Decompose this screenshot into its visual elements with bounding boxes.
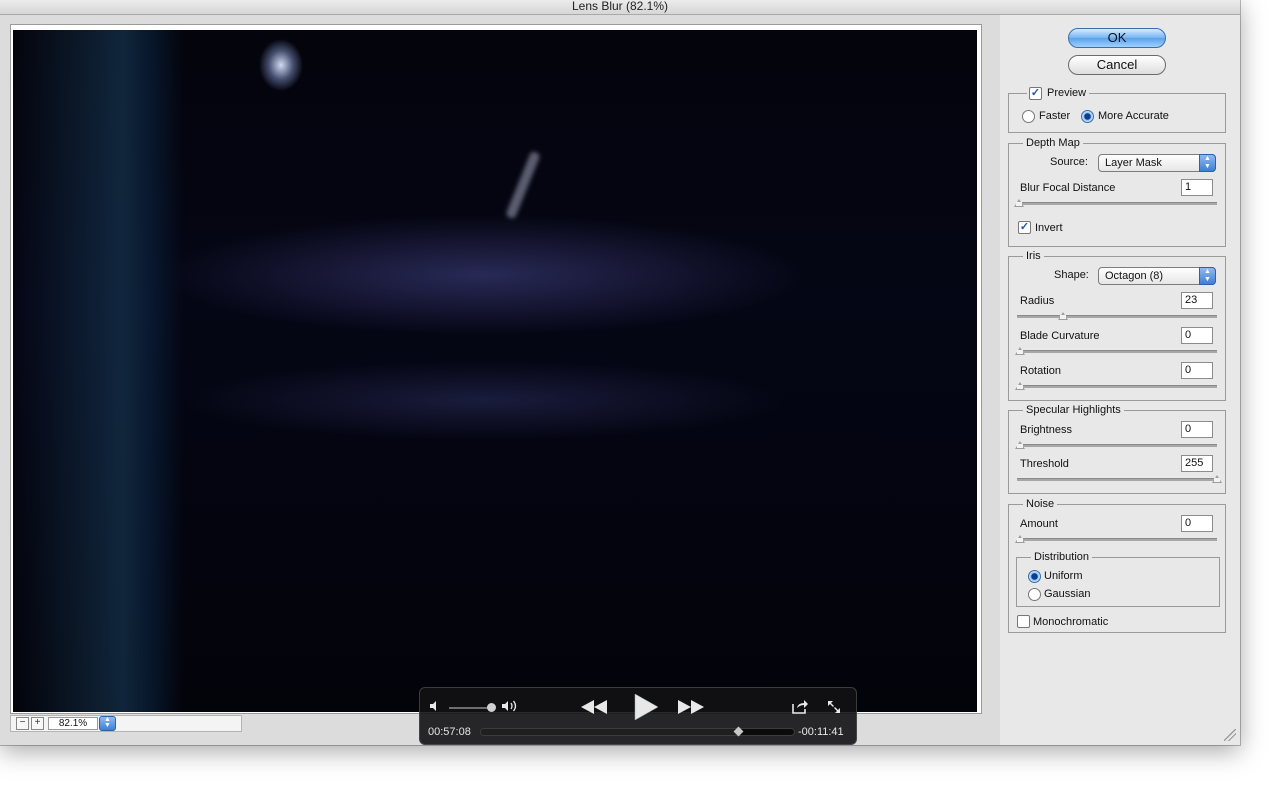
select-arrows-icon: ▲ ▼: [1199, 154, 1216, 172]
uniform-radio[interactable]: [1028, 570, 1041, 583]
noise-group: Noise Amount 0 Distribution Uniform Gaus…: [1008, 497, 1226, 633]
zoom-in-button[interactable]: +: [31, 717, 44, 730]
window-title: Lens Blur (82.1%): [0, 0, 1240, 15]
faster-radio[interactable]: [1022, 110, 1035, 123]
blade-curvature-thumb[interactable]: [1015, 347, 1025, 355]
preview-label: Preview: [1047, 87, 1087, 99]
iris-title: Iris: [1023, 249, 1044, 263]
preview-area: − + 82.1% ▲ ▼: [0, 15, 1000, 745]
source-select[interactable]: Layer Mask ▲ ▼: [1098, 154, 1216, 172]
shape-select-value: Octagon (8): [1105, 270, 1164, 282]
preview-checkbox[interactable]: ✓: [1029, 87, 1042, 100]
resize-grip-icon[interactable]: [1224, 729, 1236, 741]
elapsed-time: 00:57:08: [428, 726, 471, 738]
fast-forward-icon[interactable]: [677, 699, 705, 718]
cancel-button[interactable]: Cancel: [1068, 55, 1166, 75]
blur-focal-distance-slider[interactable]: [1017, 202, 1217, 205]
threshold-thumb[interactable]: [1212, 475, 1222, 483]
playback-scrubber[interactable]: [480, 726, 795, 737]
uniform-label: Uniform: [1044, 570, 1083, 582]
more-accurate-label: More Accurate: [1098, 110, 1169, 122]
speaker-high-icon[interactable]: [501, 699, 519, 716]
more-accurate-radio[interactable]: [1081, 110, 1094, 123]
rotation-thumb[interactable]: [1015, 382, 1025, 390]
noise-title: Noise: [1023, 497, 1058, 511]
gaussian-radio[interactable]: [1028, 588, 1041, 601]
rotation-label: Rotation: [1020, 365, 1061, 377]
settings-panel: OK Cancel Preview ✓ Faster More Accurate…: [1000, 15, 1240, 745]
rewind-icon[interactable]: [580, 699, 608, 718]
blade-curvature-field[interactable]: 0: [1181, 327, 1213, 344]
invert-label: Invert: [1035, 222, 1063, 234]
share-icon[interactable]: [791, 699, 808, 717]
threshold-slider[interactable]: [1017, 478, 1217, 481]
preview-statusbar: [10, 715, 242, 732]
rotation-slider[interactable]: [1017, 385, 1217, 388]
ok-button[interactable]: OK: [1068, 28, 1166, 48]
specular-highlights-group: Specular Highlights Brightness 0 Thresho…: [1008, 403, 1226, 494]
play-icon[interactable]: [633, 693, 659, 724]
gaussian-label: Gaussian: [1044, 588, 1091, 600]
shape-label: Shape:: [1054, 269, 1089, 281]
blur-focal-distance-thumb[interactable]: [1014, 199, 1024, 207]
remaining-time: -00:11:41: [798, 726, 844, 738]
amount-field[interactable]: 0: [1181, 515, 1213, 532]
amount-thumb[interactable]: [1015, 535, 1025, 543]
zoom-out-button[interactable]: −: [16, 717, 29, 730]
specular-highlights-title: Specular Highlights: [1023, 403, 1124, 417]
blur-focal-distance-label: Blur Focal Distance: [1020, 182, 1116, 194]
preview-image-detail: [505, 150, 541, 220]
brightness-field[interactable]: 0: [1181, 421, 1213, 438]
depth-map-group: Depth Map Source: Layer Mask ▲ ▼ Blur Foc…: [1008, 136, 1226, 247]
blur-focal-distance-field[interactable]: 1: [1181, 179, 1213, 196]
brightness-label: Brightness: [1020, 424, 1072, 436]
blade-curvature-label: Blade Curvature: [1020, 330, 1100, 342]
amount-label: Amount: [1020, 518, 1058, 530]
blade-curvature-slider[interactable]: [1017, 350, 1217, 353]
zoom-level-stepper[interactable]: ▲ ▼: [99, 716, 116, 731]
volume-slider[interactable]: [449, 707, 491, 709]
rotation-field[interactable]: 0: [1181, 362, 1213, 379]
distribution-group: Distribution Uniform Gaussian: [1016, 550, 1220, 607]
monochromatic-checkbox[interactable]: [1017, 615, 1030, 628]
playback-progress-fill: [481, 729, 740, 735]
monochromatic-label: Monochromatic: [1033, 616, 1109, 628]
zoom-level-field[interactable]: 82.1%: [48, 717, 98, 730]
preview-group: Preview ✓ Faster More Accurate: [1008, 86, 1226, 133]
media-player-controls: 00:57:08 -00:11:41: [419, 687, 857, 745]
amount-slider[interactable]: [1017, 538, 1217, 541]
select-arrows-icon: ▲ ▼: [1199, 267, 1216, 285]
radius-field[interactable]: 23: [1181, 292, 1213, 309]
depth-map-title: Depth Map: [1023, 136, 1083, 150]
fullscreen-icon[interactable]: [826, 699, 842, 718]
threshold-field[interactable]: 255: [1181, 455, 1213, 472]
shape-select[interactable]: Octagon (8) ▲ ▼: [1098, 267, 1216, 285]
iris-group: Iris Shape: Octagon (8) ▲ ▼ Radius 23 Bla…: [1008, 249, 1226, 401]
preview-image[interactable]: [13, 30, 977, 712]
lens-blur-dialog: Lens Blur (82.1%) − + 82.1% ▲ ▼ OK Cancel…: [0, 0, 1240, 745]
distribution-title: Distribution: [1031, 550, 1093, 564]
brightness-slider[interactable]: [1017, 444, 1217, 447]
speaker-low-icon[interactable]: [429, 700, 441, 715]
radius-label: Radius: [1020, 295, 1055, 307]
radius-thumb[interactable]: [1058, 312, 1068, 320]
source-label: Source:: [1050, 156, 1088, 168]
brightness-thumb[interactable]: [1015, 441, 1025, 449]
threshold-label: Threshold: [1020, 458, 1069, 470]
source-select-value: Layer Mask: [1105, 157, 1162, 169]
invert-checkbox[interactable]: ✓: [1018, 221, 1031, 234]
radius-slider[interactable]: [1017, 315, 1217, 318]
volume-knob[interactable]: [487, 703, 496, 712]
faster-label: Faster: [1039, 110, 1071, 122]
